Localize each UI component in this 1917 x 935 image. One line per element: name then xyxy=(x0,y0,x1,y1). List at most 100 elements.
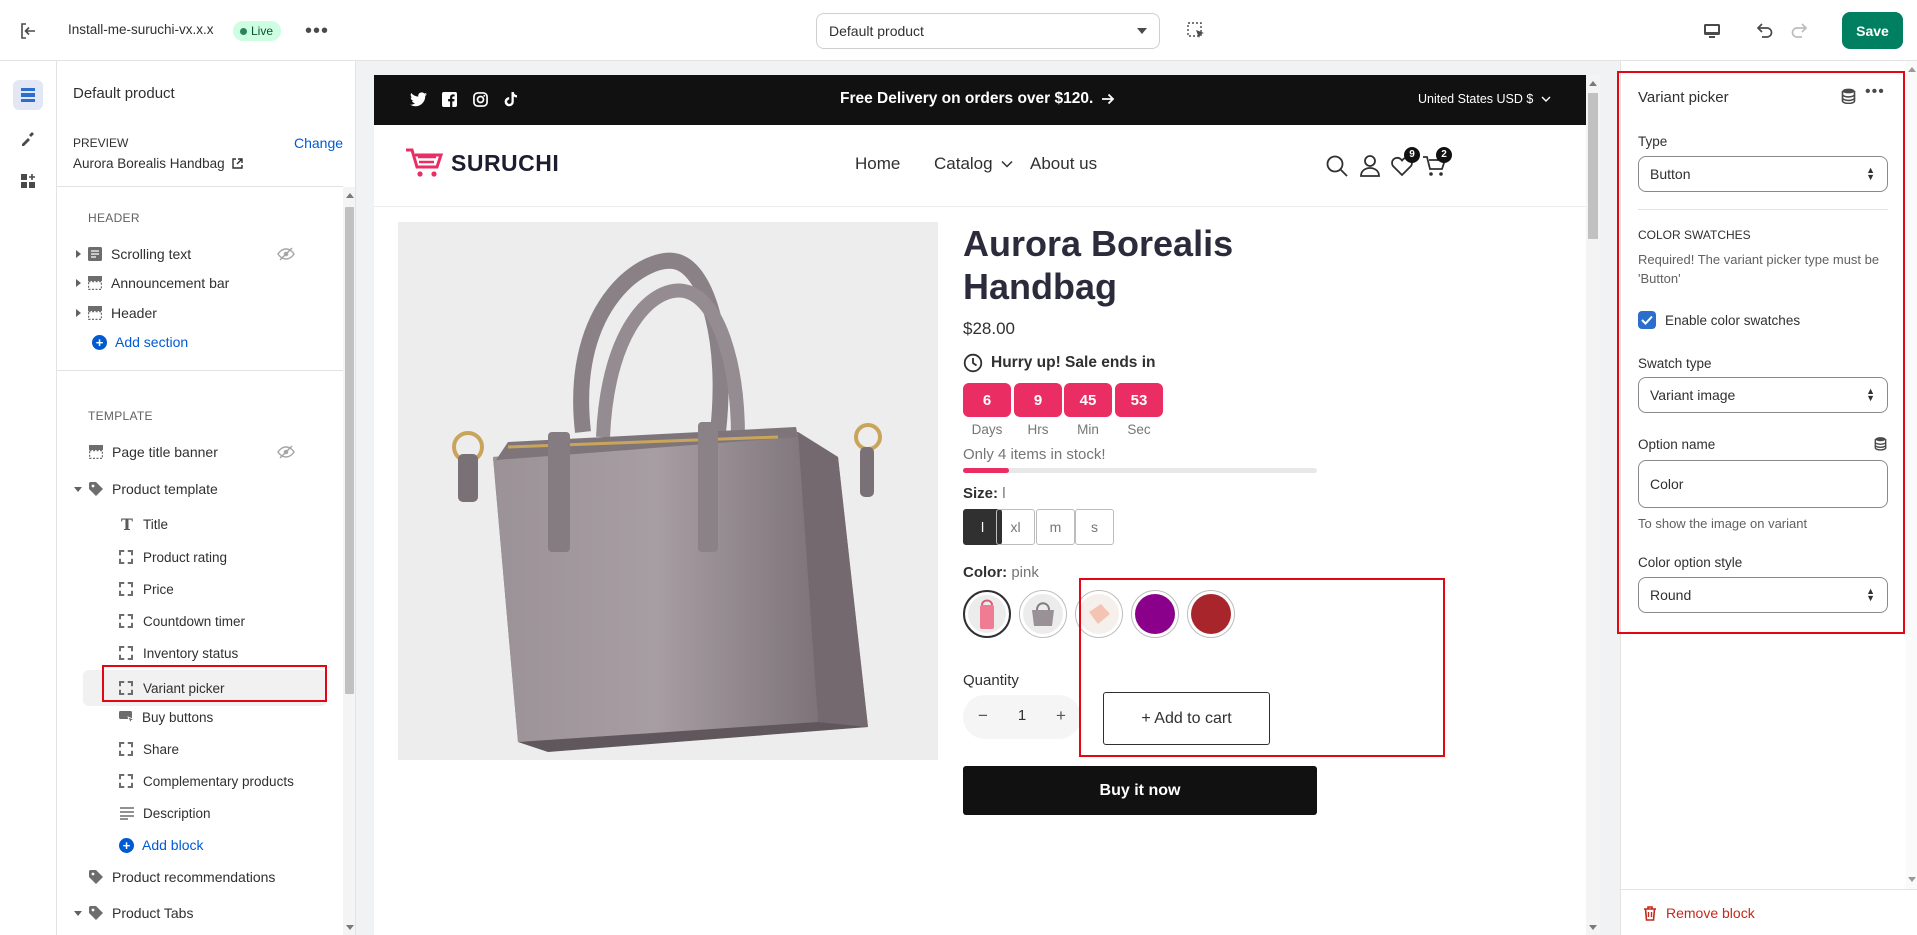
announcement-link[interactable]: Free Delivery on orders over $120. xyxy=(840,90,1115,108)
scroll-up-arrow-icon[interactable] xyxy=(346,193,354,198)
preview-label: PREVIEW xyxy=(73,136,129,150)
store-header: SURUCHI Home Catalog About us 9 2 xyxy=(374,125,1586,207)
section-product-template[interactable]: Product template xyxy=(57,474,355,504)
block-complementary-products[interactable]: Complementary products xyxy=(57,766,355,796)
store-logo[interactable]: SURUCHI xyxy=(404,147,559,179)
scroll-up-arrow-icon[interactable] xyxy=(1908,67,1916,72)
currency-selector[interactable]: United States USD $ xyxy=(1418,92,1551,106)
instagram-icon[interactable] xyxy=(473,92,488,107)
add-section-button[interactable]: + Add section xyxy=(57,327,355,357)
caret-right-icon[interactable] xyxy=(76,279,81,287)
countdown-unit: Sec xyxy=(1127,422,1151,437)
countdown-seconds: 53 xyxy=(1115,383,1163,417)
color-swatch-grey[interactable] xyxy=(1019,590,1067,638)
section-scrolling-text[interactable]: Scrolling text xyxy=(57,239,355,269)
remove-block-button[interactable]: Remove block xyxy=(1643,905,1755,921)
logo-text: SURUCHI xyxy=(451,149,560,176)
facebook-icon[interactable] xyxy=(442,92,457,107)
section-label: Product recommendations xyxy=(112,869,276,885)
caret-down-icon[interactable] xyxy=(74,910,82,916)
preview-canvas: Free Delivery on orders over $120. Unite… xyxy=(356,61,1620,935)
preview-product-link[interactable]: Aurora Borealis Handbag xyxy=(73,156,243,171)
quantity-decrease-button[interactable]: − xyxy=(973,706,993,726)
editor-icon-rail xyxy=(0,61,57,935)
scroll-down-arrow-icon[interactable] xyxy=(346,925,354,930)
twitter-icon[interactable] xyxy=(410,92,427,107)
storefront-preview: Free Delivery on orders over $120. Unite… xyxy=(374,75,1586,935)
caret-right-icon[interactable] xyxy=(76,309,81,317)
nav-home[interactable]: Home xyxy=(855,154,900,174)
section-header[interactable]: Header xyxy=(57,298,355,328)
section-label: Scrolling text xyxy=(111,246,192,262)
scroll-up-arrow-icon[interactable] xyxy=(1589,81,1597,86)
block-icon xyxy=(119,774,133,788)
inventory-status-text: Only 4 items in stock! xyxy=(963,446,1106,463)
app-embeds-icon[interactable] xyxy=(13,166,43,196)
theme-settings-icon[interactable] xyxy=(13,123,43,153)
block-inventory-status[interactable]: Inventory status xyxy=(57,638,355,668)
add-block-button[interactable]: + Add block xyxy=(57,830,355,860)
sections-icon[interactable] xyxy=(13,80,43,110)
size-option-xl[interactable]: xl xyxy=(996,509,1035,545)
product-title: Aurora Borealis Handbag xyxy=(963,222,1233,308)
quantity-increase-button[interactable]: + xyxy=(1051,706,1071,726)
scrollbar-thumb[interactable] xyxy=(345,207,354,694)
block-share[interactable]: Share xyxy=(57,734,355,764)
section-announcement-bar[interactable]: Announcement bar xyxy=(57,268,355,298)
exit-icon[interactable] xyxy=(17,20,39,42)
size-option-m[interactable]: m xyxy=(1036,509,1075,545)
add-section-label: Add section xyxy=(115,334,189,350)
desktop-preview-icon[interactable] xyxy=(1700,20,1724,42)
block-countdown-timer[interactable]: Countdown timer xyxy=(57,606,355,636)
scroll-down-arrow-icon[interactable] xyxy=(1908,877,1916,882)
preview-scrollbar[interactable] xyxy=(1586,75,1600,935)
section-page-title-banner[interactable]: Page title banner xyxy=(57,437,355,467)
undo-icon[interactable] xyxy=(1752,18,1776,42)
quantity-label: Quantity xyxy=(963,672,1019,689)
settings-panel-highlight xyxy=(1617,71,1905,634)
countdown-heading-text: Hurry up! Sale ends in xyxy=(991,354,1156,371)
block-title[interactable]: T Title xyxy=(57,509,355,539)
section-label: Announcement bar xyxy=(111,275,230,291)
inspector-icon[interactable] xyxy=(1184,20,1208,42)
cart-count-badge: 2 xyxy=(1436,147,1452,163)
caret-right-icon[interactable] xyxy=(76,250,81,258)
block-icon xyxy=(119,614,133,628)
redo-icon[interactable] xyxy=(1788,18,1812,42)
hidden-eye-icon[interactable] xyxy=(277,445,295,459)
save-button[interactable]: Save xyxy=(1842,12,1903,49)
account-icon[interactable] xyxy=(1359,154,1381,178)
caret-down-icon[interactable] xyxy=(74,486,82,492)
block-buy-buttons[interactable]: Buy buttons xyxy=(57,702,355,732)
hidden-eye-icon[interactable] xyxy=(277,247,295,261)
block-product-rating[interactable]: Product rating xyxy=(57,542,355,572)
section-product-recommendations[interactable]: Product recommendations xyxy=(57,862,355,892)
section-product-tabs[interactable]: Product Tabs xyxy=(57,898,355,928)
block-description[interactable]: Description xyxy=(57,798,355,828)
product-image[interactable] xyxy=(398,222,938,760)
scroll-down-arrow-icon[interactable] xyxy=(1589,925,1597,930)
right-panel-scrollbar[interactable] xyxy=(1906,61,1917,889)
block-icon xyxy=(119,646,133,660)
color-swatch-pink[interactable] xyxy=(963,590,1011,638)
tag-icon xyxy=(89,906,103,920)
wishlist-count-badge: 9 xyxy=(1404,147,1420,163)
search-icon[interactable] xyxy=(1325,154,1349,178)
more-actions-icon[interactable]: ••• xyxy=(304,20,330,42)
nav-about-us[interactable]: About us xyxy=(1030,154,1097,174)
template-select[interactable]: Default product xyxy=(816,13,1160,49)
change-preview-link[interactable]: Change xyxy=(294,135,343,151)
handbag-image xyxy=(452,252,882,752)
quantity-input[interactable]: 1 xyxy=(1007,707,1037,724)
scrollbar-thumb[interactable] xyxy=(1588,93,1598,239)
nav-catalog[interactable]: Catalog xyxy=(934,154,1013,174)
section-label: Product Tabs xyxy=(112,905,194,921)
panel-scrollbar[interactable] xyxy=(343,187,355,935)
tiktok-icon[interactable] xyxy=(504,91,518,107)
section-label: Product template xyxy=(112,481,218,497)
external-link-icon xyxy=(231,158,243,169)
block-price[interactable]: Price xyxy=(57,574,355,604)
size-option-s[interactable]: s xyxy=(1075,509,1114,545)
buy-now-button[interactable]: Buy it now xyxy=(963,766,1317,815)
countdown-heading: Hurry up! Sale ends in xyxy=(963,353,1156,373)
